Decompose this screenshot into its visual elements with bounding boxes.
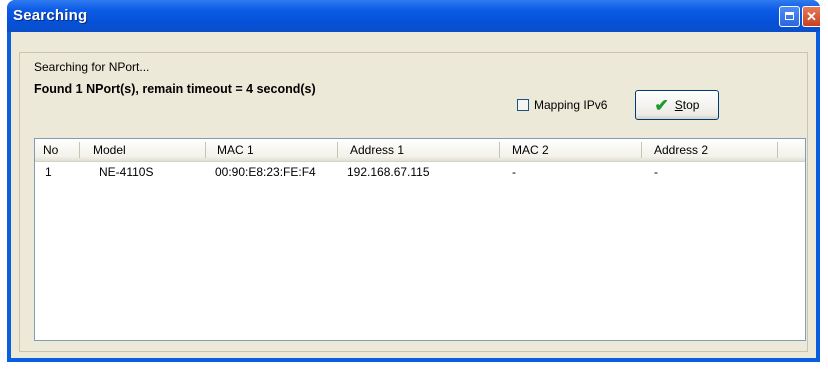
close-button[interactable]: ✕ [802, 6, 820, 27]
column-header-mac1[interactable]: MAC 1 [205, 139, 337, 161]
column-header-mac2[interactable]: MAC 2 [499, 139, 641, 161]
stop-button-label: Stop [674, 98, 700, 112]
cell-mac2: - [512, 165, 516, 179]
found-status-text: Found 1 NPort(s), remain timeout = 4 sec… [34, 82, 316, 96]
list-header: No Model MAC 1 Address 1 MAC 2 Address 2 [35, 139, 805, 162]
cell-address2: - [654, 165, 658, 179]
nport-results-list[interactable]: No Model MAC 1 Address 1 MAC 2 Address 2… [34, 138, 806, 341]
checkmark-icon: ✔ [654, 95, 669, 115]
close-icon: ✕ [806, 9, 817, 24]
column-header-model[interactable]: Model [79, 139, 205, 161]
column-header-no[interactable]: No [35, 139, 79, 161]
restore-button[interactable] [779, 6, 800, 27]
window-title: Searching [13, 7, 88, 24]
cell-address1: 192.168.67.115 [347, 165, 430, 179]
mapping-ipv6-checkbox[interactable]: Mapping IPv6 [517, 98, 607, 112]
checkbox-box[interactable] [517, 99, 529, 111]
searching-status-text: Searching for NPort... [34, 60, 150, 74]
title-bar[interactable]: Searching ✕ [7, 0, 820, 32]
column-divider[interactable] [777, 142, 778, 158]
restore-icon [785, 12, 794, 20]
stop-button[interactable]: ✔ Stop [635, 90, 719, 120]
cell-model: NE-4110S [99, 165, 154, 179]
cell-no: 1 [45, 165, 52, 179]
mapping-ipv6-label: Mapping IPv6 [534, 98, 608, 112]
cell-mac1: 00:90:E8:23:FE:F4 [215, 165, 316, 179]
column-header-address1[interactable]: Address 1 [337, 139, 499, 161]
table-row[interactable]: 1 NE-4110S 00:90:E8:23:FE:F4 192.168.67.… [35, 163, 805, 181]
column-header-address2[interactable]: Address 2 [641, 139, 777, 161]
